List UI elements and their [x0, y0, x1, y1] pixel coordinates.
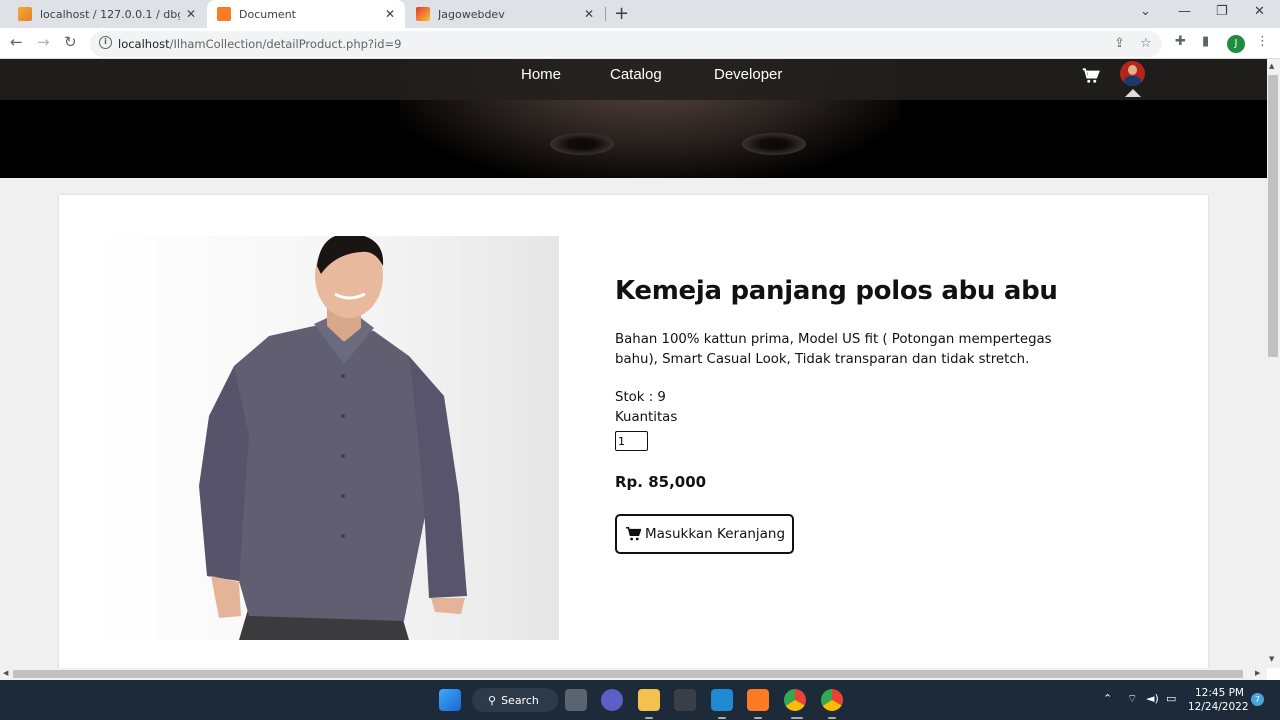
notification-badge[interactable]: 7 — [1251, 693, 1264, 706]
vertical-scroll-thumb[interactable] — [1268, 75, 1278, 357]
running-indicator — [754, 717, 762, 719]
nav-developer[interactable]: Developer — [714, 66, 782, 83]
hero-image-detail — [550, 133, 614, 155]
running-indicator — [791, 717, 803, 719]
chrome-icon[interactable] — [784, 689, 806, 711]
maximize-icon[interactable]: ❐ — [1216, 4, 1228, 19]
share-icon[interactable]: ⇪ — [1114, 36, 1125, 51]
product-card: Kemeja panjang polos abu abu Bahan 100% … — [59, 195, 1208, 668]
cart-icon — [626, 527, 641, 541]
extensions-icon[interactable]: ✚ — [1175, 34, 1186, 49]
close-icon[interactable]: ✕ — [186, 7, 196, 21]
profile-avatar[interactable]: J — [1227, 35, 1245, 53]
scroll-left-icon[interactable]: ◀ — [3, 669, 8, 677]
close-icon[interactable]: ✕ — [584, 7, 594, 21]
minimize-icon[interactable]: — — [1178, 4, 1191, 19]
tab-document[interactable]: Document ✕ — [207, 0, 405, 28]
tab-separator — [605, 7, 606, 21]
browser-toolbar: ← → ↻ i localhost/IlhamCollection/detail… — [0, 28, 1280, 59]
quantity-label: Kuantitas — [615, 410, 678, 425]
product-stock: Stok : 9 — [615, 390, 666, 405]
avatar-head — [1128, 65, 1137, 75]
bookmark-star-icon[interactable]: ☆ — [1140, 36, 1152, 51]
vscode-icon[interactable] — [711, 689, 733, 711]
close-window-icon[interactable]: ✕ — [1254, 4, 1265, 19]
tab-title: localhost / 127.0.0.1 / dbgi / pem — [40, 7, 180, 21]
teams-chat-icon[interactable] — [601, 689, 623, 711]
new-tab-icon[interactable]: + — [614, 3, 629, 24]
taskbar: ⚲ Search ⌃ ⌔ ◄) ▭ 12:45 PM 12/24/2022 7 — [0, 680, 1280, 720]
product-image — [99, 236, 559, 640]
clock-time: 12:45 PM — [1195, 687, 1244, 699]
system-clock[interactable]: 12:45 PM 12/24/2022 — [1188, 686, 1249, 714]
running-indicator — [828, 717, 836, 719]
quantity-input[interactable] — [615, 431, 648, 451]
close-icon[interactable]: ✕ — [385, 7, 395, 21]
tab-jagowebdev[interactable]: Jagowebdev ✕ — [406, 0, 604, 28]
nav-catalog[interactable]: Catalog — [610, 66, 662, 83]
product-title: Kemeja panjang polos abu abu — [615, 276, 1058, 306]
product-description: Bahan 100% kattun prima, Model US fit ( … — [615, 332, 1052, 367]
address-bar[interactable]: i localhost/IlhamCollection/detailProduc… — [90, 31, 1162, 57]
url-host: localhost — [118, 37, 170, 51]
side-panel-icon[interactable]: ▮ — [1202, 34, 1209, 49]
horizontal-scrollbar[interactable]: ◀ ▶ — [0, 668, 1267, 680]
battery-icon[interactable]: ▭ — [1166, 692, 1176, 705]
windows-start-icon[interactable] — [439, 689, 461, 711]
hero-image-detail — [742, 133, 806, 155]
nav-home[interactable]: Home — [521, 66, 561, 83]
app-icon[interactable] — [674, 689, 696, 711]
phpmyadmin-icon — [18, 7, 32, 21]
vertical-scrollbar[interactable]: ▲ ▼ — [1267, 59, 1280, 668]
add-to-cart-label: Masukkan Keranjang — [645, 526, 786, 542]
taskbar-search-label: Search — [501, 693, 539, 707]
add-to-cart-button[interactable]: Masukkan Keranjang — [615, 514, 794, 554]
url-text[interactable]: localhost/IlhamCollection/detailProduct.… — [118, 37, 401, 51]
tab-title: Document — [239, 7, 296, 21]
site-info-icon[interactable]: i — [99, 36, 112, 49]
cart-icon[interactable] — [1082, 67, 1100, 85]
running-indicator — [718, 717, 726, 719]
jagowebdev-icon — [416, 7, 430, 21]
search-icon: ⚲ — [488, 693, 497, 707]
xampp-icon — [217, 7, 231, 21]
wifi-icon[interactable]: ⌔ — [1127, 692, 1137, 706]
xampp-icon[interactable] — [747, 689, 769, 711]
scroll-up-icon[interactable]: ▲ — [1269, 62, 1274, 70]
tab-phpmyadmin[interactable]: localhost / 127.0.0.1 / dbgi / pem ✕ — [8, 0, 206, 28]
user-avatar[interactable] — [1120, 61, 1145, 86]
horizontal-scroll-thumb[interactable] — [13, 670, 1243, 678]
task-view-icon[interactable] — [565, 689, 587, 711]
dropdown-caret-icon[interactable] — [1125, 89, 1141, 97]
site-navbar: Home Catalog Developer — [0, 59, 1267, 100]
page-viewport: Home Catalog Developer Kemeja panjang po… — [0, 59, 1267, 668]
avatar-body — [1124, 76, 1141, 86]
menu-icon[interactable]: ⋮ — [1256, 34, 1269, 49]
scroll-down-icon[interactable]: ▼ — [1269, 655, 1274, 663]
url-path: /IlhamCollection/detailProduct.php?id=9 — [169, 37, 402, 51]
volume-icon[interactable]: ◄) — [1146, 692, 1159, 705]
chevron-up-icon[interactable]: ⌃ — [1103, 692, 1112, 705]
reload-icon[interactable]: ↻ — [64, 33, 77, 51]
back-icon[interactable]: ← — [10, 33, 23, 51]
tab-title: Jagowebdev — [438, 7, 505, 21]
forward-icon[interactable]: → — [37, 33, 50, 51]
product-price: Rp. 85,000 — [615, 473, 707, 491]
tab-strip: localhost / 127.0.0.1 / dbgi / pem ✕ Doc… — [0, 0, 1280, 28]
scroll-right-icon[interactable]: ▶ — [1255, 669, 1260, 677]
chrome-profile-icon[interactable] — [821, 689, 843, 711]
taskbar-search[interactable]: ⚲ Search — [472, 688, 558, 712]
tab-search-icon[interactable]: ⌄ — [1140, 4, 1151, 19]
clock-date: 12/24/2022 — [1188, 701, 1249, 713]
running-indicator — [645, 717, 653, 719]
file-explorer-icon[interactable] — [638, 689, 660, 711]
shirt-model-illustration — [199, 236, 467, 640]
